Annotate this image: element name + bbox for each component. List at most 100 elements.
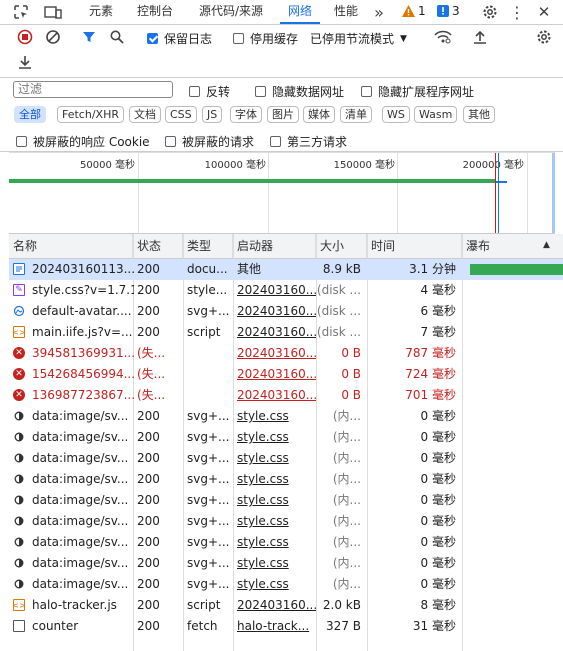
column-initiator[interactable]: 启动器 xyxy=(233,234,316,258)
request-initiator[interactable]: 202403160... xyxy=(233,343,316,364)
tab-elements[interactable]: 元素 xyxy=(82,0,120,24)
close-icon[interactable]: ✕ xyxy=(535,3,553,21)
invert-toggle[interactable]: 反转 xyxy=(189,83,230,100)
preserve-log-toggle[interactable]: 保留日志 xyxy=(147,30,212,47)
request-time: 0 毫秒 xyxy=(420,451,456,465)
request-initiator[interactable]: style.css xyxy=(233,532,316,553)
table-row[interactable]: counter 200 fetch halo-track... 327 B 31 毫秒 xyxy=(9,616,563,637)
request-initiator[interactable]: style.css xyxy=(233,448,316,469)
blocked-requests-toggle[interactable]: 被屏蔽的请求 xyxy=(165,133,254,150)
chip-font[interactable]: 字体 xyxy=(230,106,262,123)
request-initiator[interactable]: style.css xyxy=(233,406,316,427)
filter-icon[interactable] xyxy=(80,28,98,46)
table-row[interactable]: data:image/sv... 200 svg+... style.css (内...… xyxy=(9,448,563,469)
table-row[interactable]: ✕ 154268456994... (失... 202403160... 0 B 724 … xyxy=(9,364,563,385)
more-options-icon[interactable]: ⋮ xyxy=(508,3,526,22)
chip-fetch-xhr[interactable]: Fetch/XHR xyxy=(57,106,124,123)
table-row[interactable]: default-avatar.... 200 svg+... 202403160...… xyxy=(9,301,563,322)
network-settings-gear-icon[interactable] xyxy=(535,28,553,46)
request-initiator[interactable]: style.css xyxy=(233,490,316,511)
column-size[interactable]: 大小 xyxy=(316,234,367,258)
hide-extension-urls-toggle[interactable]: 隐藏扩展程序网址 xyxy=(361,83,474,100)
table-row[interactable]: <> main.iife.js?v=... 200 script 202403160..… xyxy=(9,322,563,343)
request-name: data:image/sv... xyxy=(32,472,129,486)
table-row[interactable]: ✎ style.css?v=1.7.1 200 style... 202403160..… xyxy=(9,280,563,301)
request-initiator[interactable]: style.css xyxy=(233,574,316,595)
request-initiator[interactable]: 202403160... xyxy=(233,595,316,616)
clear-icon[interactable] xyxy=(44,28,62,46)
table-row[interactable]: ✕ 394581369931... (失... 202403160... 0 B 787 … xyxy=(9,343,563,364)
column-type[interactable]: 类型 xyxy=(183,234,233,258)
table-row[interactable]: ✕ 136987723867... (失... 202403160... 0 B 701 … xyxy=(9,385,563,406)
network-conditions-icon[interactable] xyxy=(434,28,452,46)
request-size: 327 B xyxy=(326,619,361,633)
table-row[interactable]: data:image/sv... 200 svg+... style.css (内...… xyxy=(9,574,563,595)
table-row[interactable]: data:image/sv... 200 svg+... style.css (内...… xyxy=(9,553,563,574)
tab-performance[interactable]: 性能 xyxy=(328,0,364,24)
sort-ascending-icon[interactable]: ▲ xyxy=(543,240,550,250)
chip-ws[interactable]: WS xyxy=(382,106,410,123)
network-overview-timeline[interactable]: 50000 毫秒 100000 毫秒 150000 毫秒 200000 毫秒 xyxy=(9,152,555,234)
request-initiator[interactable]: style.css xyxy=(233,511,316,532)
request-size: (disk ... xyxy=(316,325,361,339)
column-status[interactable]: 状态 xyxy=(133,234,183,258)
settings-gear-icon[interactable] xyxy=(481,3,499,21)
chip-wasm[interactable]: Wasm xyxy=(414,106,458,123)
hide-data-urls-toggle[interactable]: 隐藏数据网址 xyxy=(255,83,344,100)
blocked-cookies-toggle[interactable]: 被屏蔽的响应 Cookie xyxy=(16,133,150,150)
warnings-badge[interactable]: 1 xyxy=(402,4,426,18)
more-tabs-icon[interactable]: » xyxy=(370,3,388,22)
request-initiator[interactable]: 202403160... xyxy=(233,280,316,301)
request-initiator[interactable]: style.css xyxy=(233,553,316,574)
request-status: 200 xyxy=(137,451,160,465)
export-har-icon[interactable] xyxy=(16,53,34,71)
import-har-icon[interactable] xyxy=(471,28,489,46)
third-party-toggle[interactable]: 第三方请求 xyxy=(270,133,347,150)
request-initiator[interactable]: 202403160... xyxy=(233,385,316,406)
inspect-element-icon[interactable] xyxy=(12,3,30,21)
disable-cache-toggle[interactable]: 停用缓存 xyxy=(233,30,298,47)
table-row[interactable]: data:image/sv... 200 svg+... style.css (内...… xyxy=(9,427,563,448)
invert-checkbox[interactable] xyxy=(189,86,200,97)
request-initiator[interactable]: style.css xyxy=(233,427,316,448)
record-stop-icon[interactable] xyxy=(16,28,34,46)
tab-network[interactable]: 网络 xyxy=(280,0,320,24)
hide-extension-urls-checkbox[interactable] xyxy=(361,86,372,97)
chip-js[interactable]: JS xyxy=(202,106,223,123)
chip-all[interactable]: 全部 xyxy=(14,106,46,123)
blocked-requests-checkbox[interactable] xyxy=(165,136,176,147)
preserve-log-checkbox[interactable] xyxy=(147,33,158,44)
issues-badge[interactable]: 3 xyxy=(437,4,460,18)
disable-cache-checkbox[interactable] xyxy=(233,33,244,44)
table-row[interactable]: data:image/sv... 200 svg+... style.css (内...… xyxy=(9,532,563,553)
table-row[interactable]: data:image/sv... 200 svg+... style.css (内...… xyxy=(9,511,563,532)
chip-doc[interactable]: 文档 xyxy=(129,106,161,123)
request-initiator[interactable]: halo-track... xyxy=(233,616,316,637)
request-initiator[interactable]: 202403160... xyxy=(233,301,316,322)
filter-input[interactable]: 过滤 xyxy=(13,81,173,98)
table-row[interactable]: 202403160113... 200 docu... 其他 8.9 kB 3.1 分钟 xyxy=(9,259,563,280)
column-name[interactable]: 名称 xyxy=(9,234,133,258)
third-party-checkbox[interactable] xyxy=(270,136,281,147)
request-initiator[interactable]: 202403160... xyxy=(233,364,316,385)
column-time[interactable]: 时间 xyxy=(367,234,462,258)
search-icon[interactable] xyxy=(108,28,126,46)
table-row[interactable]: data:image/sv... 200 svg+... style.css (内...… xyxy=(9,490,563,511)
table-row[interactable]: data:image/sv... 200 svg+... style.css (内...… xyxy=(9,469,563,490)
request-initiator[interactable]: 202403160... xyxy=(233,322,316,343)
throttling-select[interactable]: 已停用节流模式 ▼ xyxy=(310,30,407,47)
tab-sources[interactable]: 源代码/来源 xyxy=(190,0,272,24)
chip-media[interactable]: 媒体 xyxy=(303,106,335,123)
request-initiator[interactable]: style.css xyxy=(233,469,316,490)
tab-console[interactable]: 控制台 xyxy=(132,0,178,24)
chip-css[interactable]: CSS xyxy=(165,106,197,123)
chip-manifest[interactable]: 清单 xyxy=(340,106,372,123)
table-row[interactable]: data:image/sv... 200 svg+... style.css (内...… xyxy=(9,406,563,427)
overview-right-handle[interactable] xyxy=(552,153,555,233)
device-toolbar-icon[interactable] xyxy=(44,3,62,21)
table-row[interactable]: <> halo-tracker.js 200 script 202403160... 2.… xyxy=(9,595,563,616)
hide-data-urls-checkbox[interactable] xyxy=(255,86,266,97)
blocked-cookies-checkbox[interactable] xyxy=(16,136,27,147)
chip-other[interactable]: 其他 xyxy=(463,106,495,123)
chip-img[interactable]: 图片 xyxy=(267,106,299,123)
